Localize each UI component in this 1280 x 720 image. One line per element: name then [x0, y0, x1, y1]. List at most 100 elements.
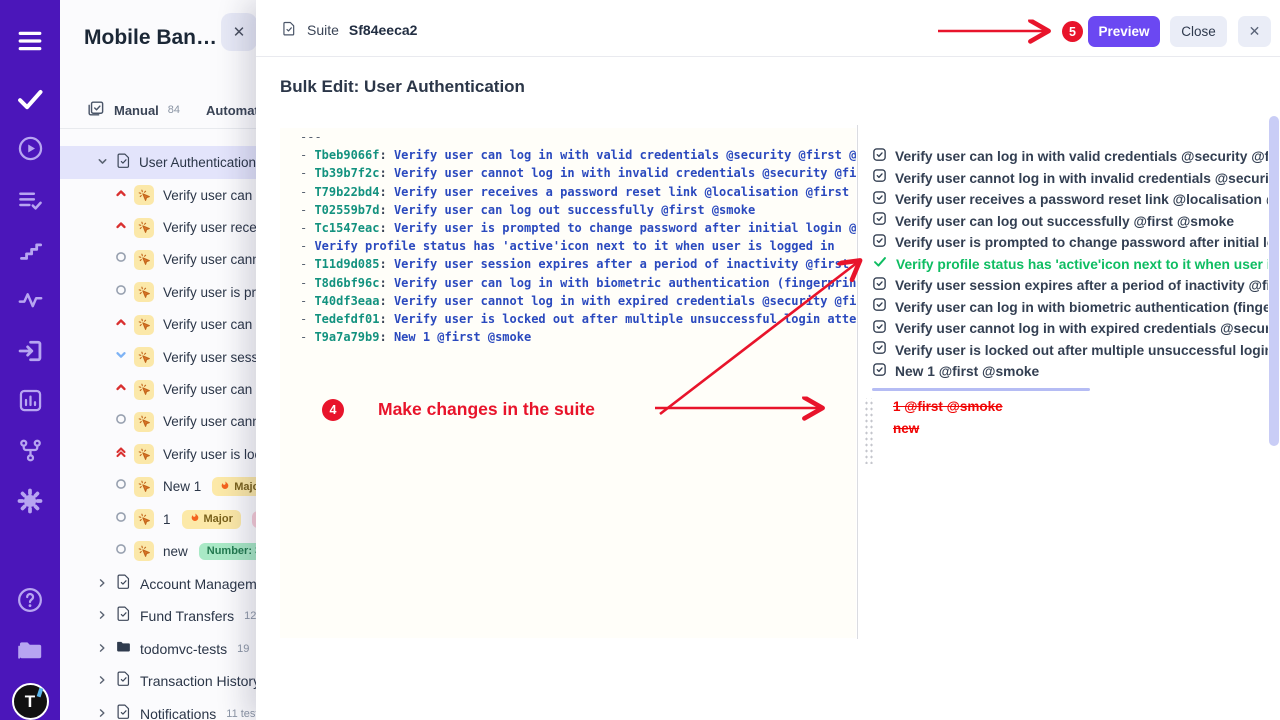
preview-item: Verify user receives a password reset li…	[872, 189, 1268, 211]
preview-item-text: Verify user is locked out after multiple…	[895, 343, 1268, 358]
editor-line: - T9a7a79b9: New 1 @first @smoke	[280, 328, 856, 346]
suite-title: Fund Transfers	[140, 608, 234, 624]
tree-test-row[interactable]: 1MajorTo	[60, 503, 256, 535]
checkbox-icon	[872, 297, 887, 317]
import-signin-icon[interactable]	[0, 337, 60, 365]
tree-test-row[interactable]: Verify user can log in with valid creden…	[60, 179, 256, 211]
tree-suite-row[interactable]: todomvc-tests19	[60, 633, 256, 666]
analytics-pulse-icon[interactable]	[0, 287, 60, 314]
editor-scrollbar-track[interactable]	[857, 125, 858, 639]
checkbox-icon	[872, 276, 887, 296]
suite-doc-icon	[115, 670, 132, 692]
tree-test-row[interactable]: Verify user cannot log in with expired c…	[60, 406, 256, 438]
tree-test-row[interactable]: new Number: 3	[60, 535, 256, 567]
tree-suites: Account ManagementFund Transfers12todomv…	[60, 568, 256, 720]
manual-test-icon	[134, 282, 154, 302]
suite-title: Transaction History	[140, 673, 256, 689]
reports-chart-icon[interactable]	[0, 387, 60, 414]
manual-test-icon	[134, 218, 154, 238]
preview-item: New 1 @first @smoke	[872, 361, 1268, 383]
modal-x-button[interactable]: ✕	[1238, 16, 1271, 47]
help-icon[interactable]	[0, 586, 60, 614]
sidebar-tabs: Manual84Automated	[60, 92, 256, 129]
preview-button[interactable]: Preview	[1088, 16, 1160, 47]
tree-suite-row[interactable]: Notifications11 tests	[60, 698, 256, 720]
tree-test-row[interactable]: Verify user can log in with biometric au…	[60, 373, 256, 405]
editor-line: ---	[280, 128, 856, 146]
chevron-right-icon	[97, 705, 107, 720]
preview-item-text: Verify user is prompted to change passwo…	[895, 235, 1268, 250]
copy-check-icon	[86, 99, 105, 121]
tab-manual[interactable]: Manual84	[86, 99, 180, 121]
tree-suite-row[interactable]: Account Management	[60, 568, 256, 601]
priority-normal-icon	[114, 510, 128, 529]
test-title: New 1	[163, 479, 201, 494]
preview-item-text: Verify user session expires after a peri…	[895, 278, 1268, 293]
manual-test-icon	[134, 347, 154, 367]
close-button[interactable]: Close	[1170, 16, 1227, 47]
manual-test-icon	[134, 315, 154, 335]
sidebar-close-button[interactable]: ✕	[221, 13, 257, 51]
preview-item: Verify user cannot log in with expired c…	[872, 318, 1268, 340]
chevron-right-icon	[97, 640, 107, 658]
suite-doc-icon	[115, 605, 132, 627]
annotation-step-4-badge: 4	[322, 399, 344, 421]
projects-folder-icon[interactable]	[0, 636, 60, 664]
tree-tests: Verify user can log in with valid creden…	[60, 179, 256, 568]
checkbox-icon	[872, 319, 887, 339]
preview-item: Verify user can log out successfully @fi…	[872, 211, 1268, 233]
tree-suite-row[interactable]: Fund Transfers12	[60, 600, 256, 633]
priority-high-icon	[114, 315, 128, 334]
tree-test-row[interactable]: Verify user cannot log in with invalid c…	[60, 244, 256, 276]
test-title: new	[163, 544, 188, 559]
editor-line: - Tedefdf01: Verify user is locked out a…	[280, 310, 856, 328]
priority-low-icon	[114, 348, 128, 367]
close-icon: ✕	[1249, 23, 1261, 39]
suite-id: Sf84eeca2	[349, 22, 418, 38]
settings-gear-icon[interactable]	[0, 487, 60, 515]
tree-test-row[interactable]: Verify user receives a password reset li…	[60, 211, 256, 243]
tree-suite-row[interactable]: Transaction History	[60, 665, 256, 698]
test-title: Verify user can log in with biometric au…	[163, 382, 256, 397]
suite-tree: User Authentication Verify user can log …	[60, 146, 256, 720]
priority-normal-icon	[114, 542, 128, 561]
editor-line: - T40df3eaa: Verify user cannot log in w…	[280, 292, 856, 310]
tree-test-row[interactable]: Verify user is prompted to change passwo…	[60, 276, 256, 308]
tree-suite-selected[interactable]: User Authentication	[60, 146, 256, 179]
menu-icon[interactable]	[0, 28, 60, 54]
manual-test-icon	[134, 412, 154, 432]
badge-number: Number: 3	[199, 543, 256, 560]
steps-icon[interactable]	[0, 237, 60, 264]
bulk-edit-title: Bulk Edit: User Authentication	[280, 77, 525, 97]
preview-item: Verify user can log in with valid creden…	[872, 146, 1268, 168]
tab-count: 84	[168, 104, 180, 116]
priority-normal-icon	[114, 250, 128, 269]
avatar-letter: T	[25, 692, 35, 712]
project-title: Mobile Banking	[84, 26, 222, 50]
branches-icon[interactable]	[0, 437, 60, 464]
editor-line: - Tb39b7f2c: Verify user cannot log in w…	[280, 164, 856, 182]
preview-scrollbar[interactable]	[1269, 116, 1279, 446]
tree-test-row[interactable]: Verify user can log out successfully	[60, 309, 256, 341]
test-plans-icon[interactable]	[0, 187, 60, 214]
manual-test-icon	[134, 541, 154, 561]
tests-check-icon[interactable]	[0, 85, 60, 113]
preview-item-text: Verify user receives a password reset li…	[895, 192, 1268, 207]
user-avatar[interactable]: T	[0, 683, 60, 720]
suite-count: 11 tests	[226, 708, 256, 720]
preview-item: Verify user cannot log in with invalid c…	[872, 168, 1268, 190]
runs-play-icon[interactable]	[0, 135, 60, 162]
manual-test-icon	[134, 509, 154, 529]
preview-item-text: Verify user can log in with valid creden…	[895, 149, 1268, 164]
tree-test-row[interactable]: Verify user session expires after inacti…	[60, 341, 256, 373]
tree-test-row[interactable]: Verify user is locked out after multiple…	[60, 438, 256, 470]
checkbox-icon	[872, 340, 887, 360]
test-title: Verify user receives a password reset li…	[163, 220, 256, 235]
preview-item-text: Verify user cannot log in with expired c…	[895, 321, 1268, 336]
test-title: 1	[163, 512, 171, 527]
bulk-editor[interactable]: ---- Tbeb9066f: Verify user can log in w…	[280, 128, 856, 638]
badge-major: Major	[212, 477, 256, 496]
preview-item: Verify user is locked out after multiple…	[872, 340, 1268, 362]
bulk-edit-modal: Suite Sf84eeca2 Preview Close ✕ Bulk Edi…	[256, 0, 1280, 720]
tree-test-row[interactable]: New 1 Major	[60, 471, 256, 503]
